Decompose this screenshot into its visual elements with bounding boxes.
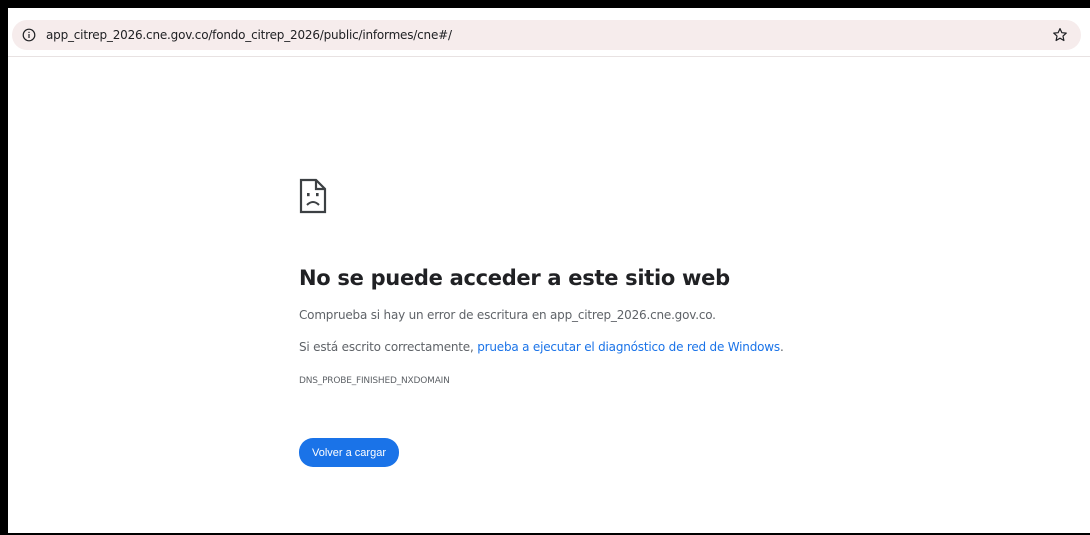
diagnostic-prefix: Si está escrito correctamente, bbox=[299, 340, 478, 354]
star-icon[interactable] bbox=[1051, 26, 1069, 44]
browser-window: app_citrep_2026.cne.gov.co/fondo_citrep_… bbox=[8, 8, 1090, 533]
toolbar-divider bbox=[8, 56, 1090, 57]
diagnostic-suffix: . bbox=[779, 340, 784, 354]
error-title: No se puede acceder a este sitio web bbox=[299, 266, 730, 290]
diagnostic-link[interactable]: prueba a ejecutar el diagnóstico de red … bbox=[477, 340, 780, 354]
reload-button[interactable]: Volver a cargar bbox=[299, 438, 399, 467]
sad-document-icon bbox=[299, 178, 327, 214]
address-bar[interactable]: app_citrep_2026.cne.gov.co/fondo_citrep_… bbox=[12, 20, 1081, 50]
diagnostic-suggestion: Si está escrito correctamente, prueba a … bbox=[299, 340, 939, 354]
screen-frame: app_citrep_2026.cne.gov.co/fondo_citrep_… bbox=[0, 0, 1090, 535]
url-text[interactable]: app_citrep_2026.cne.gov.co/fondo_citrep_… bbox=[46, 28, 1051, 42]
error-content: No se puede acceder a este sitio web Com… bbox=[299, 178, 939, 467]
check-spelling-text: Comprueba si hay un error de escritura e… bbox=[299, 308, 716, 322]
error-code: DNS_PROBE_FINISHED_NXDOMAIN bbox=[299, 376, 450, 386]
info-icon[interactable] bbox=[22, 28, 36, 42]
